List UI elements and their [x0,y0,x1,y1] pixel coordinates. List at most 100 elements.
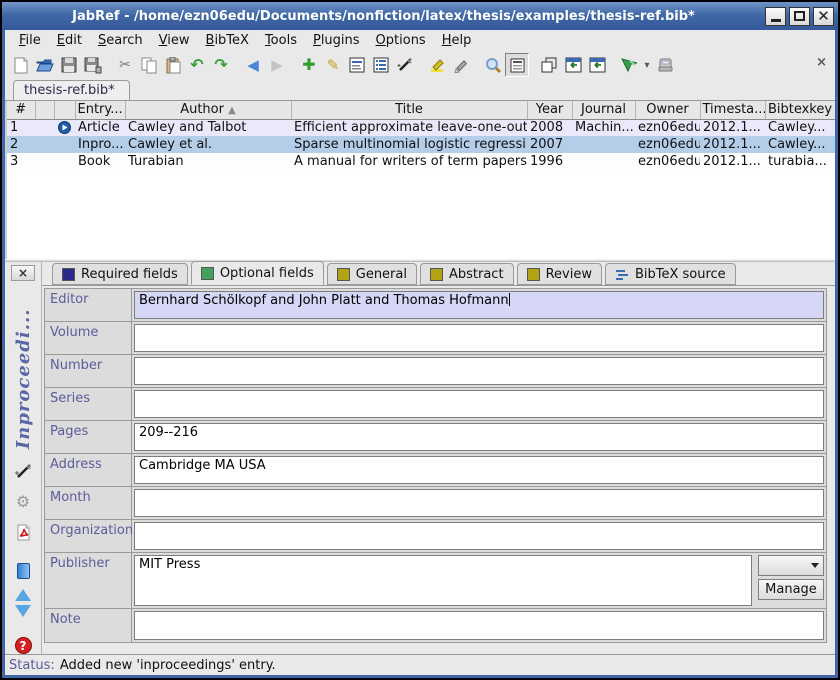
table-row[interactable]: 1 Article Cawley and Talbot Efficient ap… [7,119,835,136]
prev-entry-icon[interactable] [15,589,31,601]
col-header-ranking[interactable] [35,101,54,119]
publisher-combo[interactable] [758,555,824,576]
address-field[interactable]: Cambridge MA USA [134,456,824,484]
abstract-icon [430,268,443,281]
close-button[interactable]: ✕ [813,7,834,26]
cleanup-wand-icon[interactable] [393,53,417,77]
file-tab-bar: thesis-ref.bib* [5,79,835,101]
tab-required-fields[interactable]: Required fields [52,263,188,285]
required-fields-icon [62,268,75,281]
col-header-author[interactable]: Author ▲ [125,101,291,119]
copy-icon[interactable] [137,53,161,77]
toggle-search-pane-icon[interactable] [505,53,529,77]
menu-help[interactable]: Help [434,32,480,49]
duplicate-icon[interactable] [537,53,561,77]
edit-entry-icon[interactable]: ✎ [321,53,345,77]
organization-field[interactable] [134,522,824,550]
series-field[interactable] [134,390,824,418]
write-xmp-icon[interactable] [17,563,30,579]
col-header-num[interactable]: # [7,101,35,119]
month-field[interactable] [134,489,824,517]
window-title: JabRef - /home/ezn06edu/Documents/nonfic… [2,9,765,24]
menu-edit[interactable]: Edit [49,32,90,49]
tab-review[interactable]: Review [517,263,602,285]
new-database-icon[interactable] [9,53,33,77]
tab-optional-fields[interactable]: Optional fields [191,261,324,285]
editor-field[interactable]: Bernhard Schölkopf and John Platt and Th… [134,291,824,319]
toolbar-close-icon[interactable]: × [816,55,827,70]
manage-button[interactable]: Manage [758,579,824,600]
cut-icon[interactable]: ✂ [113,53,137,77]
pdf-icon[interactable] [16,524,31,541]
paste-icon[interactable] [161,53,185,77]
open-window-2-icon[interactable] [585,53,609,77]
table-row-selected[interactable]: 2 Inpro... Cawley et al. Sparse multinom… [7,136,835,153]
status-message: Added new 'inproceedings' entry. [60,658,276,673]
status-label: Status: [9,658,55,673]
entry-editor-close-button[interactable]: × [11,265,35,281]
optional-fields-icon [201,267,214,280]
unmark-entries-icon[interactable] [449,53,473,77]
col-header-entrytype[interactable]: Entry... [75,101,125,119]
tab-general[interactable]: General [327,263,417,285]
forward-icon[interactable]: ▶ [265,53,289,77]
cleanup-wand-icon[interactable] [15,463,32,480]
menu-view[interactable]: View [151,32,198,49]
minimize-icon [771,19,781,22]
number-field[interactable] [134,357,824,385]
back-icon[interactable]: ◀ [241,53,265,77]
push-dropdown-arrow[interactable]: ▾ [641,53,653,77]
autoset-gear-icon[interactable]: ⚙ [16,494,30,510]
mark-entries-icon[interactable] [425,53,449,77]
col-header-journal[interactable]: Journal [572,101,635,119]
col-header-owner[interactable]: Owner [635,101,700,119]
volume-field[interactable] [134,324,824,352]
field-row-pages: Pages 209--216 [45,421,826,454]
redo-icon[interactable]: ↷ [209,53,233,77]
table-row[interactable]: 3 Book Turabian A manual for writers of … [7,153,835,170]
col-header-title[interactable]: Title [291,101,527,119]
push-to-app-icon[interactable] [617,53,641,77]
field-row-number: Number [45,355,826,388]
col-header-timestamp[interactable]: Timesta... [700,101,765,119]
menu-bibtex[interactable]: BibTeX [198,32,257,49]
menu-file[interactable]: File [11,32,49,49]
entry-editor-main: Required fields Optional fields General … [42,262,835,654]
help-icon[interactable]: ? [15,637,32,654]
menu-search[interactable]: Search [90,32,151,49]
menu-options[interactable]: Options [368,32,434,49]
file-tab[interactable]: thesis-ref.bib* [13,80,130,100]
publisher-field[interactable]: MIT Press [134,555,752,606]
entry-editor-tabs: Required fields Optional fields General … [42,262,835,286]
search-icon[interactable] [481,53,505,77]
bibtex-source-icon [615,267,629,281]
note-field[interactable] [134,611,824,640]
preview-icon[interactable] [345,53,369,77]
field-label: Number [45,355,132,387]
save-as-icon[interactable] [81,53,105,77]
undo-icon[interactable]: ↶ [185,53,209,77]
next-entry-icon[interactable] [15,605,31,617]
minimize-button[interactable] [765,7,786,26]
toolbar: ✂ ↶ ↷ ◀ ▶ ✚ ✎ [5,51,835,79]
close-icon: ✕ [817,9,830,24]
col-header-year[interactable]: Year [527,101,572,119]
col-header-url[interactable] [54,101,75,119]
reference-table-area: # Entry... Author ▲ Title Year Journal O… [5,101,835,259]
menu-plugins[interactable]: Plugins [305,32,368,49]
menu-tools[interactable]: Tools [257,32,305,49]
open-window-icon[interactable] [561,53,585,77]
edit-strings-icon[interactable] [369,53,393,77]
col-header-bibtexkey[interactable]: Bibtexkey [765,101,835,119]
export-icon[interactable] [653,53,677,77]
chevron-down-icon [811,563,819,568]
pages-field[interactable]: 209--216 [134,423,824,451]
tab-abstract[interactable]: Abstract [420,263,514,285]
save-database-icon[interactable] [57,53,81,77]
tab-bibtex-source[interactable]: BibTeX source [605,263,736,285]
open-database-icon[interactable] [33,53,57,77]
field-label: Series [45,388,132,420]
new-entry-icon[interactable]: ✚ [297,53,321,77]
maximize-button[interactable] [789,7,810,26]
title-bar[interactable]: JabRef - /home/ezn06edu/Documents/nonfic… [2,2,838,30]
